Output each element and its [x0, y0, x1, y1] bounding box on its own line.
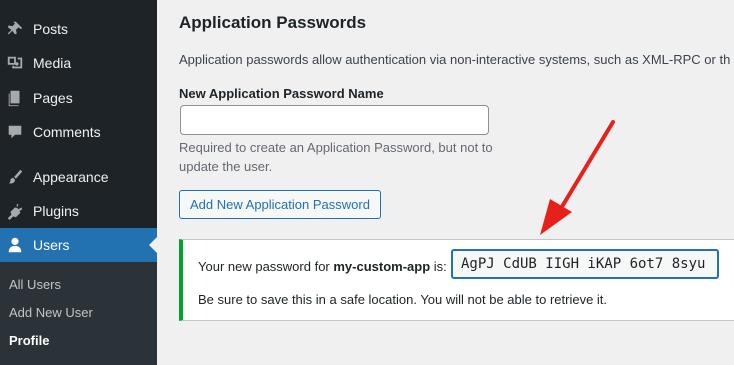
success-notice: Your new password for my-custom-app is: … — [179, 239, 734, 321]
admin-sidebar: Posts Media Pages Comments Appearance Pl… — [0, 0, 157, 365]
sidebar-item-posts[interactable]: Posts — [0, 12, 157, 46]
add-application-password-button[interactable]: Add New Application Password — [179, 190, 381, 219]
user-icon — [5, 235, 25, 255]
sidebar-item-label: Users — [33, 237, 70, 253]
app-name: my-custom-app — [333, 259, 431, 274]
section-title: Application Passwords — [179, 13, 367, 32]
comment-icon — [5, 122, 25, 142]
notice-message: Your new password for my-custom-app is: — [198, 259, 447, 274]
active-indicator — [149, 237, 157, 253]
name-field-label: New Application Password Name — [179, 86, 384, 101]
section-description: Application passwords allow authenticati… — [179, 52, 731, 67]
plug-icon — [5, 201, 25, 221]
sidebar-item-pages[interactable]: Pages — [0, 81, 157, 115]
submenu-add-new-user[interactable]: Add New User — [9, 305, 93, 320]
sidebar-item-media[interactable]: Media — [0, 46, 157, 80]
pushpin-icon — [5, 19, 25, 39]
sidebar-item-plugins[interactable]: Plugins — [0, 194, 157, 228]
sidebar-item-label: Plugins — [33, 203, 79, 219]
notice-suffix: is: — [430, 259, 447, 274]
notice-prefix: Your new password for — [198, 259, 334, 274]
main-content: Application Passwords Application passwo… — [157, 0, 734, 365]
app-password-name-input[interactable] — [180, 105, 489, 135]
notice-warning: Be sure to save this in a safe location.… — [198, 292, 608, 307]
media-icon — [5, 53, 25, 73]
new-password-field[interactable]: AgPJ CdUB IIGH iKAP 6ot7 8syu — [451, 249, 719, 279]
sidebar-item-label: Pages — [33, 90, 73, 106]
sidebar-item-appearance[interactable]: Appearance — [0, 160, 157, 194]
sidebar-item-label: Appearance — [33, 169, 109, 185]
sidebar-item-comments[interactable]: Comments — [0, 115, 157, 149]
brush-icon — [5, 167, 25, 187]
sidebar-item-label: Comments — [33, 124, 101, 140]
sidebar-item-label: Media — [33, 55, 72, 71]
submenu-profile[interactable]: Profile — [9, 333, 49, 348]
help-text: Required to create an Application Passwo… — [179, 140, 493, 174]
sidebar-item-label: Posts — [33, 21, 69, 37]
pages-icon — [5, 88, 25, 108]
sidebar-item-users[interactable]: Users — [0, 228, 157, 262]
users-submenu: All Users Add New User Profile — [0, 262, 157, 365]
submenu-all-users[interactable]: All Users — [9, 277, 61, 292]
